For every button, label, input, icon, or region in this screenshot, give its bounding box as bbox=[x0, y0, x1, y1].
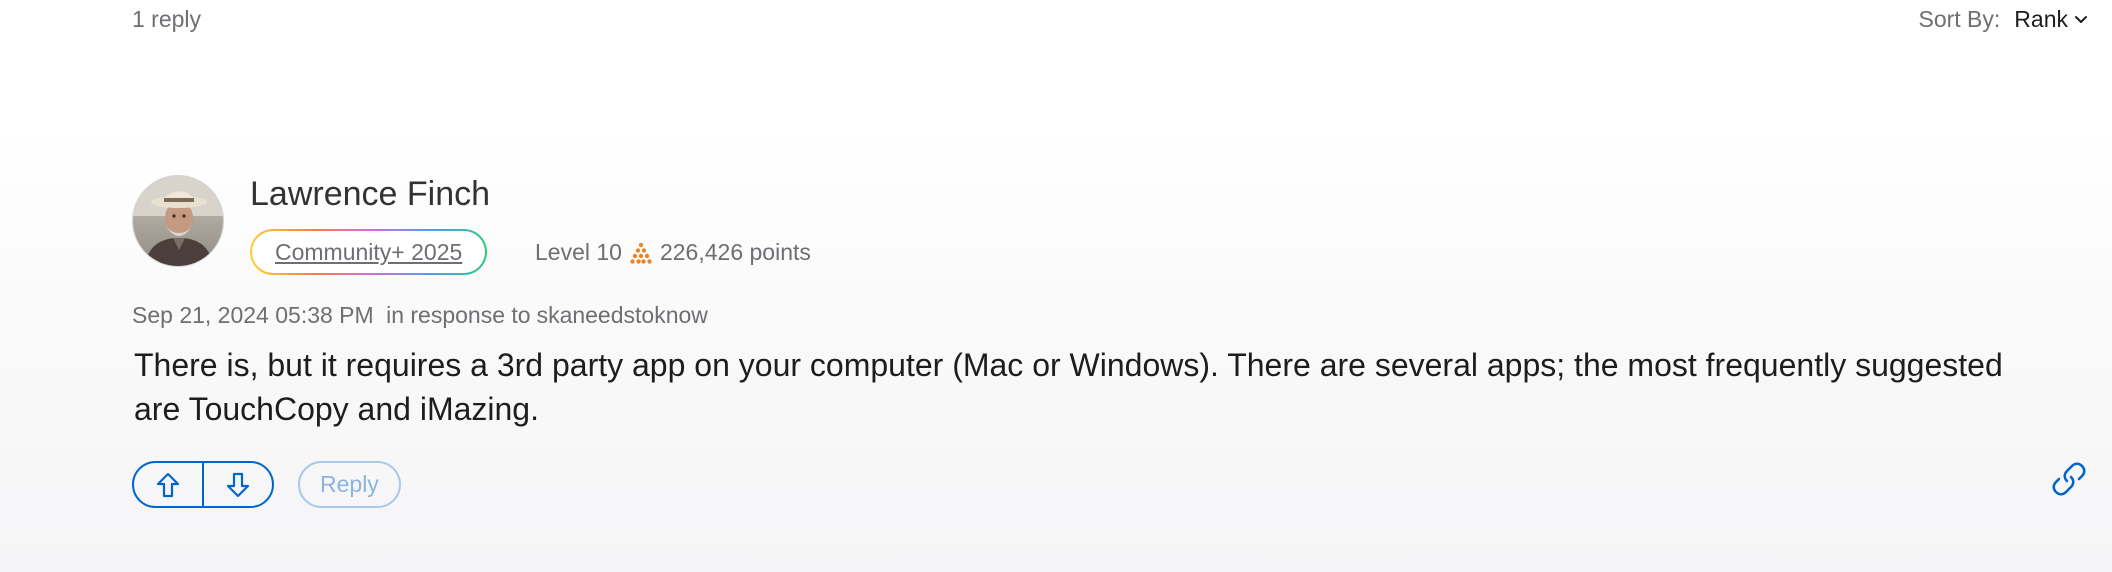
post-actions: Reply bbox=[132, 461, 401, 508]
sort-dropdown[interactable]: Rank bbox=[2014, 6, 2088, 33]
arrow-up-icon bbox=[156, 472, 180, 497]
reply-button[interactable]: Reply bbox=[298, 461, 401, 508]
in-response-to-user[interactable]: skaneedstoknow bbox=[537, 302, 708, 328]
in-response-label: in response to bbox=[386, 302, 531, 328]
community-badge-label: Community+ 2025 bbox=[252, 231, 486, 273]
reply-count: 1 reply bbox=[132, 6, 202, 32]
chevron-down-icon bbox=[2075, 15, 2087, 23]
sort-control: Sort By: Rank bbox=[1918, 6, 2088, 33]
copy-link-button[interactable] bbox=[2050, 460, 2088, 498]
author-name[interactable]: Lawrence Finch bbox=[250, 175, 490, 214]
sort-value: Rank bbox=[2014, 6, 2068, 32]
upvote-button[interactable] bbox=[134, 463, 202, 506]
link-icon bbox=[2052, 462, 2086, 496]
level-pyramid-icon bbox=[630, 242, 652, 264]
downvote-button[interactable] bbox=[202, 463, 272, 506]
arrow-down-icon bbox=[226, 472, 250, 497]
thread-header: 1 reply Sort By: Rank bbox=[132, 0, 2088, 40]
post-body: There is, but it requires a 3rd party ap… bbox=[134, 347, 2003, 427]
post-meta: Sep 21, 2024 05:38 PM in response to skan… bbox=[132, 302, 708, 329]
vote-group bbox=[132, 461, 274, 508]
community-badge[interactable]: Community+ 2025 bbox=[250, 229, 488, 275]
author-level: Level 10 226,426 points bbox=[535, 239, 811, 266]
avatar-image bbox=[133, 176, 223, 266]
post-date: Sep 21, 2024 05:38 PM bbox=[132, 302, 374, 328]
sort-label: Sort By: bbox=[1918, 6, 2001, 32]
avatar[interactable] bbox=[132, 175, 224, 267]
points-text: 226,426 points bbox=[659, 239, 811, 265]
level-text: Level 10 bbox=[535, 239, 622, 265]
